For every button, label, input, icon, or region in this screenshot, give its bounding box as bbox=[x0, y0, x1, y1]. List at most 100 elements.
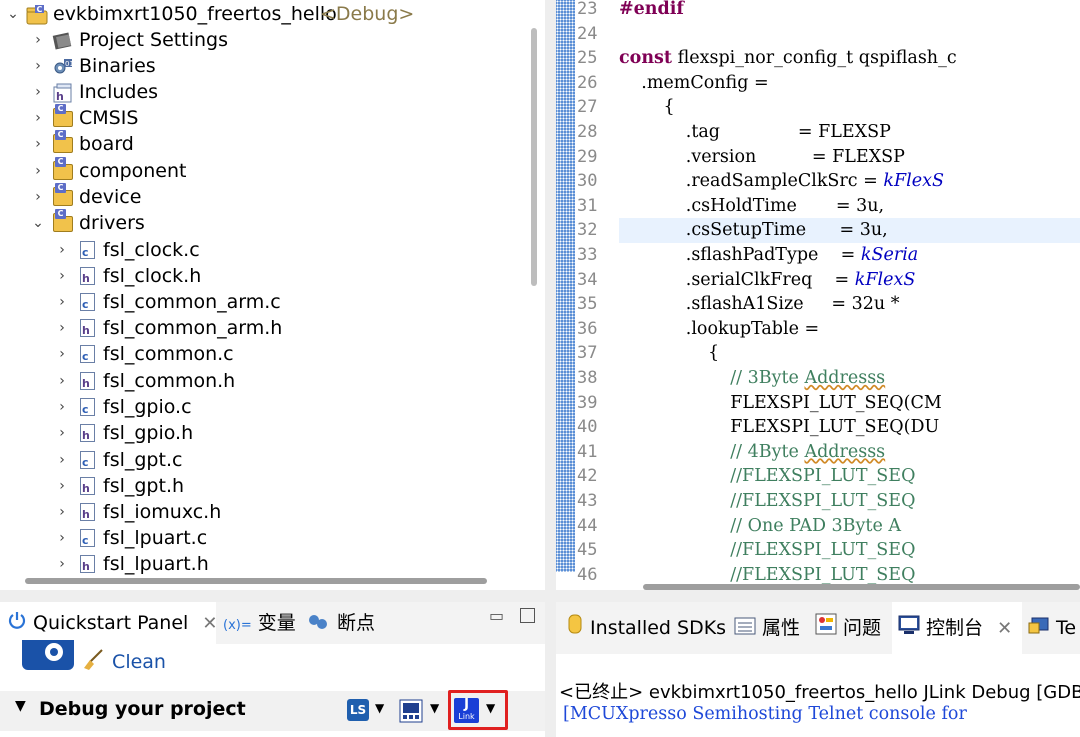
code-token: { bbox=[619, 343, 720, 364]
code-line[interactable]: const flexspi_nor_config_t qspiflash_c bbox=[619, 46, 957, 71]
section-title: Debug your project bbox=[39, 698, 246, 720]
code-token: FLEXSPI_LUT_SEQ(DU bbox=[619, 417, 940, 438]
code-token: // 3Byte bbox=[619, 368, 805, 388]
code-line[interactable]: { bbox=[619, 95, 675, 120]
chevron-right-icon[interactable]: › bbox=[31, 184, 45, 210]
line-number: 31 bbox=[577, 195, 598, 216]
collapse-triangle-icon[interactable]: ▼ bbox=[15, 698, 26, 714]
tab-installed-sdks[interactable]: Installed SDKs bbox=[566, 602, 726, 654]
problems-icon bbox=[815, 603, 837, 655]
horizontal-sash[interactable] bbox=[0, 590, 1080, 602]
code-line[interactable]: FLEXSPI_LUT_SEQ(CM bbox=[619, 391, 942, 416]
overview-ruler bbox=[556, 0, 575, 572]
close-icon[interactable]: ✕ bbox=[202, 613, 217, 634]
code-line[interactable]: .lookupTable = bbox=[619, 317, 819, 342]
line-number: 42 bbox=[577, 466, 598, 487]
chevron-down-icon[interactable]: ⌄ bbox=[6, 1, 20, 27]
chevron-right-icon[interactable]: › bbox=[55, 368, 69, 394]
chevron-right-icon[interactable]: › bbox=[55, 551, 69, 577]
minimize-icon[interactable]: ▭ bbox=[489, 606, 504, 625]
chevron-right-icon[interactable]: › bbox=[55, 499, 69, 525]
code-line[interactable]: .memConfig = bbox=[619, 71, 768, 96]
chevron-right-icon[interactable]: › bbox=[55, 289, 69, 315]
dropdown-arrow-icon[interactable]: ▼ bbox=[430, 701, 439, 715]
code-line[interactable]: .version = FLEXSP bbox=[619, 145, 905, 170]
chevron-right-icon[interactable]: › bbox=[31, 27, 45, 53]
chevron-right-icon[interactable]: › bbox=[55, 447, 69, 473]
chevron-right-icon[interactable]: › bbox=[55, 237, 69, 263]
tab-console[interactable]: 控制台 ✕ bbox=[892, 602, 1023, 654]
code-line[interactable]: // 4Byte Addresss bbox=[619, 440, 885, 465]
tab-problems[interactable]: 问题 bbox=[815, 602, 881, 654]
code-token: const bbox=[619, 48, 672, 69]
code-line[interactable]: .csHoldTime = 3u, bbox=[619, 194, 884, 219]
console-panel: Installed SDKs 属性 问题 控制台 ✕ Te <已终止> evkb… bbox=[556, 602, 1080, 737]
svg-text:C: C bbox=[37, 5, 43, 14]
svg-text:h: h bbox=[56, 90, 64, 103]
chevron-right-icon[interactable]: › bbox=[31, 105, 45, 131]
code-line[interactable]: // One PAD 3Byte A bbox=[619, 514, 901, 539]
svg-text:01: 01 bbox=[65, 60, 74, 68]
code-line[interactable]: .serialClkFreq = kFlexS bbox=[619, 268, 916, 293]
code-token: flexspi_nor_config_t qspiflash_c bbox=[672, 48, 957, 69]
chevron-right-icon[interactable]: › bbox=[31, 79, 45, 105]
code-editor[interactable]: 23 #endif 24 25 const flexspi_nor_config_t q… bbox=[556, 0, 1080, 590]
tab-breakpoints[interactable]: 断点 bbox=[307, 602, 375, 644]
file-name: fsl_gpio.h bbox=[103, 422, 194, 444]
code-token: kSeria bbox=[860, 245, 919, 265]
chevron-right-icon[interactable]: › bbox=[55, 525, 69, 551]
jlink-debug-button[interactable]: J Link bbox=[454, 698, 479, 723]
project-icon: C bbox=[26, 5, 48, 25]
file-name: fsl_gpt.c bbox=[103, 449, 183, 471]
breakpoints-icon bbox=[307, 603, 331, 645]
line-number: 38 bbox=[577, 368, 598, 388]
explorer-vertical-scrollbar[interactable] bbox=[531, 28, 537, 286]
c-file-icon: c bbox=[80, 293, 95, 311]
chevron-right-icon[interactable]: › bbox=[55, 341, 69, 367]
code-line[interactable]: .readSampleClkSrc = kFlexS bbox=[619, 169, 944, 194]
chevron-right-icon[interactable]: › bbox=[31, 131, 45, 157]
file-name: fsl_lpuart.c bbox=[103, 527, 208, 549]
chevron-right-icon[interactable]: › bbox=[31, 53, 45, 79]
chevron-right-icon[interactable]: › bbox=[55, 394, 69, 420]
code-token: // 4Byte bbox=[619, 441, 805, 462]
chevron-down-icon[interactable]: ⌄ bbox=[31, 210, 45, 236]
debug-section-header: ▼ Debug your project LS ▼ ▼ J Link ▼ bbox=[0, 690, 545, 731]
code-line[interactable]: // 3Byte Addresss bbox=[619, 366, 885, 391]
code-line[interactable]: .tag = FLEXSP bbox=[619, 120, 891, 145]
code-line[interactable]: .csSetupTime = 3u, bbox=[619, 218, 888, 243]
build-gear-icon[interactable] bbox=[22, 640, 74, 670]
dropdown-arrow-icon[interactable]: ▼ bbox=[486, 701, 495, 715]
file-name: fsl_iomuxc.h bbox=[103, 501, 222, 523]
code-token: kFlexS bbox=[854, 269, 916, 290]
pemicro-debug-button[interactable] bbox=[399, 699, 423, 723]
clean-label: Clean bbox=[112, 651, 166, 673]
code-line[interactable]: .sflashA1Size = 32u * bbox=[619, 292, 900, 317]
chevron-right-icon[interactable]: › bbox=[55, 473, 69, 499]
chevron-right-icon[interactable]: › bbox=[55, 315, 69, 341]
maximize-icon[interactable] bbox=[520, 608, 535, 623]
tab-properties[interactable]: 属性 bbox=[734, 602, 800, 654]
explorer-horizontal-scrollbar[interactable] bbox=[25, 578, 487, 584]
linkserver-icon: LS bbox=[349, 703, 367, 717]
dropdown-arrow-icon[interactable]: ▼ bbox=[375, 701, 384, 715]
chevron-right-icon[interactable]: › bbox=[55, 420, 69, 446]
clean-link[interactable]: Clean bbox=[80, 648, 166, 677]
tab-variables[interactable]: (x)= 变量 bbox=[223, 602, 296, 644]
code-line[interactable]: //FLEXSPI_LUT_SEQ bbox=[619, 464, 915, 489]
file-name: fsl_lpuart.h bbox=[103, 553, 209, 575]
code-line[interactable]: //FLEXSPI_LUT_SEQ bbox=[619, 489, 915, 514]
code-line[interactable]: #endif bbox=[619, 0, 684, 22]
tab-terminal[interactable]: Te bbox=[1028, 602, 1076, 654]
chevron-right-icon[interactable]: › bbox=[31, 158, 45, 184]
chevron-right-icon[interactable]: › bbox=[55, 263, 69, 289]
settings-icon bbox=[52, 31, 72, 50]
code-line[interactable]: //FLEXSPI_LUT_SEQ bbox=[619, 538, 915, 563]
code-line[interactable]: .sflashPadType = kSeria bbox=[619, 243, 918, 268]
tab-quickstart-panel[interactable]: Quickstart Panel ✕ bbox=[0, 602, 217, 644]
linkserver-debug-button[interactable]: LS bbox=[347, 699, 369, 721]
close-icon[interactable]: ✕ bbox=[997, 618, 1012, 639]
code-token: Addresss bbox=[804, 441, 886, 462]
code-line[interactable]: { bbox=[619, 341, 719, 366]
code-line[interactable]: FLEXSPI_LUT_SEQ(DU bbox=[619, 415, 939, 440]
